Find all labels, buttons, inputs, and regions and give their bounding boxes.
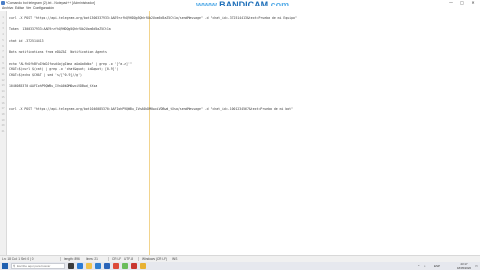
notepad-plus-plus-icon <box>1 1 5 5</box>
speaker-icon[interactable]: ♪ <box>424 262 426 270</box>
status-bar: Ln: 18 Col: 1 Sel: 0 | 0 length: 896 lin… <box>0 255 480 262</box>
search-icon: ⚲ <box>13 264 16 268</box>
taskbar: ⚲ Escribe aquí para buscar ^ ♪ ESP 23:17… <box>0 262 480 270</box>
windows-start-icon[interactable] <box>2 263 8 269</box>
text-editor[interactable]: 1 2 3 4 5 6 7 8 9 10 11 12 13 14 15 16 17 18 19 20 21 curl -… <box>0 11 480 255</box>
line-number: 4 <box>2 33 4 37</box>
line-number: 6 <box>2 44 4 48</box>
notepad-plus-plus-icon[interactable] <box>122 263 128 269</box>
taskbar-search-input[interactable]: ⚲ Escribe aquí para buscar <box>11 263 65 269</box>
search-placeholder: Escribe aquí para buscar <box>17 264 51 268</box>
clock-date: 18/05/2020 <box>457 266 471 270</box>
line-number: 18 <box>1 112 5 116</box>
line-number: 19 <box>1 118 5 122</box>
status-divider <box>60 257 61 261</box>
status-divider <box>108 257 109 261</box>
line-number: 3 <box>2 27 4 31</box>
code-line[interactable]: 1046085370:AAFIohP9QWBu_IVnA0kDM0wxiVDBw… <box>9 84 97 88</box>
line-number: 17 <box>1 107 5 111</box>
line-number-gutter: 1 2 3 4 5 6 7 8 9 10 11 12 13 14 15 16 17 18 19 20 21 <box>0 11 7 255</box>
line-number: 9 <box>2 61 4 65</box>
chrome-icon[interactable] <box>113 263 119 269</box>
line-number: 12 <box>1 78 5 82</box>
code-line[interactable]: CHAT=$(echo $CHAT | sed 's/[^0-9]//g') <box>9 73 82 77</box>
line-number: 2 <box>2 21 4 25</box>
line-number: 16 <box>1 101 5 105</box>
code-line[interactable]: CHAT=$(curl $(cat) | grep -o 'chat&quot;… <box>9 67 118 71</box>
line-number: 20 <box>1 124 5 128</box>
line-number: 1 <box>2 16 4 19</box>
line-number: 5 <box>2 38 4 42</box>
explorer-icon[interactable] <box>86 263 92 269</box>
code-line[interactable]: Token 1300337933:AAE9rzfhQ9HDQg5QhhfOb2U… <box>9 27 111 31</box>
store-icon[interactable] <box>95 263 101 269</box>
line-number: 8 <box>2 55 4 59</box>
taskbar-clock[interactable]: 23:17 18/05/2020 <box>455 262 473 270</box>
notifications-icon[interactable]: ▭ <box>475 262 478 270</box>
edge-column-marker <box>149 11 150 255</box>
code-line[interactable]: chat id -372514413 <box>9 39 44 43</box>
folder-icon[interactable] <box>140 263 146 269</box>
edge-icon[interactable] <box>77 263 83 269</box>
task-view-icon[interactable] <box>68 263 74 269</box>
line-number: 13 <box>1 84 5 88</box>
tray-overflow-icon[interactable]: ^ <box>418 262 419 270</box>
tray-language[interactable]: ESP <box>434 262 440 270</box>
line-number: 15 <box>1 95 5 99</box>
line-number: 7 <box>2 50 4 54</box>
code-line[interactable]: echo "ALfhOfhBYuIHxDJfosd4ojgIbmz aAaAa0… <box>9 62 132 66</box>
line-number: 10 <box>1 67 5 71</box>
line-number: 14 <box>1 90 5 94</box>
code-line[interactable]: curl -X POST "https://api.telegram.org/b… <box>9 107 293 111</box>
line-number: 21 <box>1 130 5 133</box>
code-line[interactable]: curl -X POST "https://api.telegram.org/b… <box>9 16 297 20</box>
code-line[interactable]: Bots notifications from eDAZAI Notificat… <box>9 50 107 54</box>
bandicam-icon[interactable] <box>131 263 137 269</box>
status-divider <box>138 257 139 261</box>
mail-icon[interactable] <box>104 263 110 269</box>
line-number: 11 <box>1 73 5 76</box>
